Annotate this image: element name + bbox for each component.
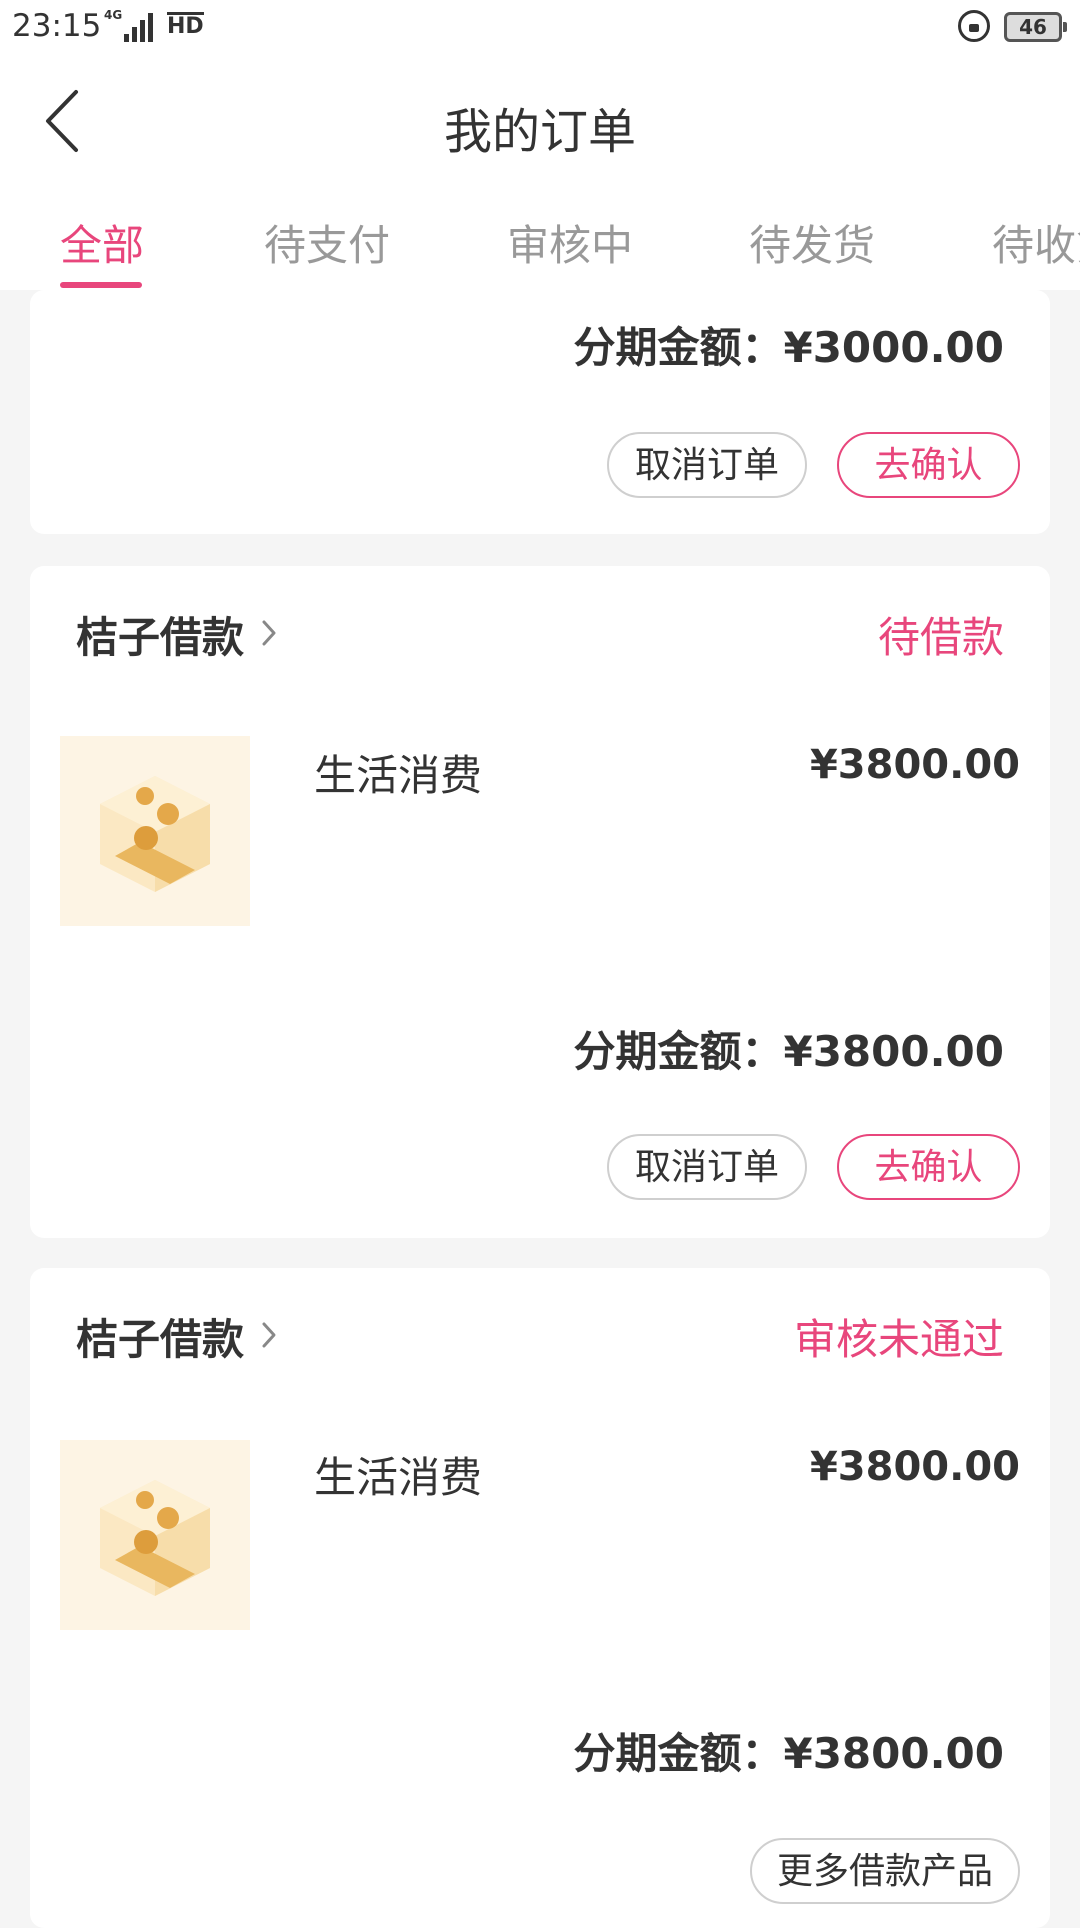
- network-type: 4G: [104, 8, 123, 22]
- product-name: 生活消费: [314, 751, 483, 800]
- order-tabs: 全部 待支付 审核中 待发货 待收货: [0, 186, 1080, 290]
- confirm-button[interactable]: 去确认: [837, 432, 1020, 498]
- chevron-right-icon[interactable]: [260, 616, 280, 650]
- installment-amount: 分期金额：¥3000.00: [573, 323, 1004, 372]
- product-thumbnail: [60, 1440, 250, 1630]
- coin-cube-icon: [100, 1480, 210, 1596]
- tab-pending-shipment[interactable]: 待发货: [749, 212, 875, 273]
- product-name: 生活消费: [314, 1453, 483, 1502]
- product-price: ¥3800.00: [809, 742, 1020, 788]
- rotation-lock-icon: [958, 10, 990, 42]
- chevron-right-icon[interactable]: [260, 1318, 280, 1352]
- status-bar: 23:15 4G HD 46: [0, 0, 1080, 56]
- nav-bar: 我的订单: [0, 56, 1080, 186]
- coin-cube-icon: [100, 776, 210, 892]
- order-status: 审核未通过: [793, 1315, 1004, 1364]
- hd-icon: HD: [167, 12, 204, 39]
- tab-pending-receipt[interactable]: 待收货: [992, 212, 1080, 273]
- page-title: 我的订单: [443, 104, 636, 160]
- installment-amount: 分期金额：¥3800.00: [573, 1027, 1004, 1076]
- product-price: ¥3800.00: [809, 1444, 1020, 1490]
- order-card: 分期金额：¥3000.00 取消订单 去确认: [30, 290, 1050, 534]
- order-card: 桔子借款 审核未通过 生活消费 ¥3800.00 分期金额：¥3800.00 更…: [30, 1268, 1050, 1928]
- tab-all[interactable]: 全部: [60, 212, 144, 273]
- merchant-name[interactable]: 桔子借款: [76, 604, 244, 665]
- battery-icon: 46: [1004, 12, 1067, 42]
- more-loan-products-button[interactable]: 更多借款产品: [750, 1838, 1020, 1904]
- active-tab-indicator: [60, 282, 142, 288]
- installment-amount: 分期金额：¥3800.00: [573, 1729, 1004, 1778]
- cancel-order-button[interactable]: 取消订单: [607, 432, 807, 498]
- tab-pending-payment[interactable]: 待支付: [264, 212, 390, 273]
- merchant-name[interactable]: 桔子借款: [76, 1306, 244, 1367]
- product-thumbnail: [60, 736, 250, 926]
- order-card: 桔子借款 待借款 生活消费 ¥3800.00 分期金额：¥3800.00 取消订…: [30, 566, 1050, 1238]
- tab-under-review[interactable]: 审核中: [507, 212, 633, 273]
- cancel-order-button[interactable]: 取消订单: [607, 1134, 807, 1200]
- confirm-button[interactable]: 去确认: [837, 1134, 1020, 1200]
- order-status: 待借款: [877, 613, 1004, 662]
- status-time: 23:15: [12, 8, 102, 44]
